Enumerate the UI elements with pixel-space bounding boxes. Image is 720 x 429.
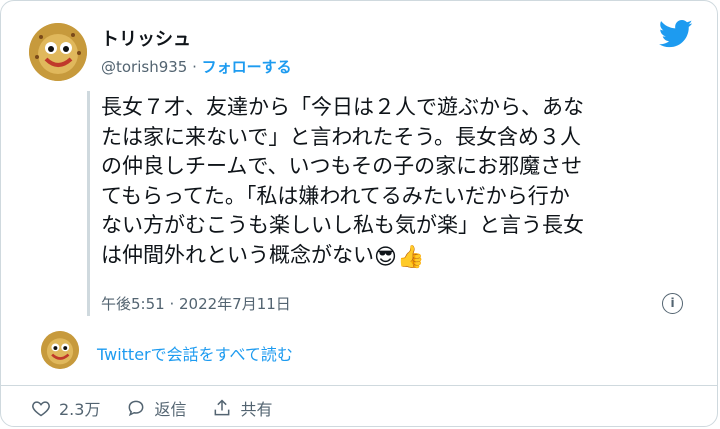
tweet-card: トリッシュ @torish935 · フォローする 長女７才、友達から「今日は２… — [0, 0, 718, 427]
tweet-text: 長女７才、友達から「今日は２人で遊ぶから、あな たは家に来ないで」と言われたそう… — [101, 93, 701, 272]
handle[interactable]: @torish935 — [101, 58, 187, 76]
reply-avatar — [41, 331, 79, 369]
tweet-line: てもらってた。「私は嫌われてるみたいだから行か — [101, 183, 570, 208]
handle-row: @torish935 · フォローする — [101, 56, 292, 77]
thumbs-up-emoji: 👍 — [396, 244, 425, 270]
like-button[interactable]: 2.3万 — [31, 396, 100, 420]
heart-icon — [32, 401, 50, 417]
timestamp[interactable]: 午後5:51 · 2022年7月11日 — [101, 293, 291, 314]
twitter-bird-icon[interactable] — [659, 19, 693, 49]
avatar[interactable] — [29, 23, 87, 81]
read-conversation-link[interactable]: Twitterで会話をすべて読む — [97, 341, 293, 365]
follow-button[interactable]: フォローする — [202, 58, 292, 76]
tweet-line: 長女７才、友達から「今日は２人で遊ぶから、あな — [101, 95, 584, 119]
tweet-line-last: は仲間外れという概念がない😎👍 — [101, 241, 701, 273]
info-icon[interactable]: i — [662, 293, 683, 314]
tweet-line: ない方がむこうも楽しいし私も気が楽」と言う長女 — [101, 213, 584, 237]
share-icon — [215, 399, 230, 416]
action-bar: 2.3万 返信 共有 — [31, 396, 272, 420]
reply-button[interactable]: 返信 — [126, 396, 186, 420]
separator: · — [187, 58, 202, 76]
divider — [1, 385, 717, 386]
thread-line — [87, 91, 90, 316]
author-name[interactable]: トリッシュ — [101, 25, 191, 51]
reply-icon — [129, 400, 144, 417]
sunglasses-emoji: 😎 — [374, 244, 397, 270]
tweet-line: たは家に来ないで」と言われたそう。長女含め３人 — [101, 124, 582, 149]
tweet-line: は仲間外れという概念がない — [101, 242, 374, 267]
like-count: 2.3万 — [59, 400, 101, 419]
share-button[interactable]: 共有 — [212, 396, 272, 420]
reply-label: 返信 — [154, 400, 187, 419]
share-label: 共有 — [240, 400, 273, 419]
tweet-line: の仲良しチームで、いつもその子の家にお邪魔させ — [101, 154, 583, 178]
